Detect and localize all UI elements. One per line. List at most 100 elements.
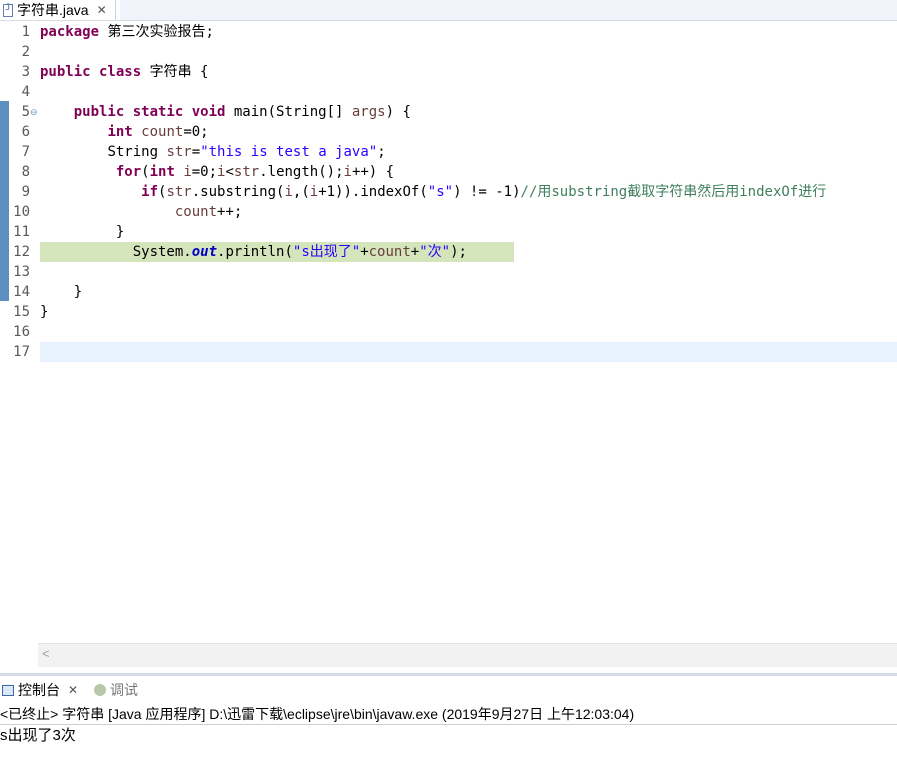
keyword: public static void: [73, 104, 226, 120]
line-number: 9: [21, 184, 30, 200]
line-number: 6: [21, 124, 30, 140]
variable: i: [309, 184, 319, 200]
variable: i: [284, 184, 293, 200]
variable: count: [174, 204, 218, 220]
code-text: +: [360, 244, 369, 260]
code-text: 字符串 {: [141, 64, 209, 80]
code-line: 3 public class 字符串 {: [0, 62, 897, 82]
variable: str: [233, 164, 260, 180]
code-text: +: [410, 244, 420, 260]
cursor-line-highlight: [40, 342, 897, 362]
code-text: .length();: [259, 164, 344, 180]
line-number: 14: [13, 284, 30, 300]
variable: i: [343, 164, 352, 180]
variable: str: [166, 184, 192, 200]
code-line: 8 for(int i=0;i<str.length();i++) {: [0, 162, 897, 182]
line-number: 1: [21, 24, 30, 40]
variable: count: [368, 244, 411, 260]
code-text: System.: [132, 244, 192, 260]
code-text: );: [450, 244, 467, 260]
line-number: 12: [13, 244, 30, 260]
string-literal: "次": [419, 244, 451, 260]
line-number: 8: [21, 164, 30, 180]
code-text: ++;: [217, 204, 243, 220]
line-number: 5: [21, 104, 30, 120]
code-comment: //用substring截取字符串然后用indexOf进行: [520, 184, 827, 200]
line-number: 4: [21, 84, 30, 100]
code-text: ,(: [292, 184, 310, 200]
code-line: 10 count++;: [0, 202, 897, 222]
keyword: package: [40, 24, 100, 40]
tab-debug-label: 调试: [110, 682, 138, 698]
fold-toggle-icon[interactable]: ⊖: [30, 102, 38, 122]
console-status-header: <已终止> 字符串 [Java 应用程序] D:\迅雷下载\eclipse\jr…: [0, 704, 897, 725]
code-text: .substring(: [191, 184, 285, 200]
close-icon[interactable]: ✕: [97, 3, 107, 17]
code-line: 6 int count=0;: [0, 122, 897, 142]
close-icon[interactable]: ✕: [68, 683, 78, 697]
code-line: 15 }: [0, 302, 897, 322]
variable: i: [174, 164, 192, 180]
code-line: 13: [0, 262, 897, 282]
code-text: }: [115, 224, 125, 240]
code-text: String: [107, 144, 167, 160]
line-number: 7: [21, 144, 30, 160]
variable: count: [132, 124, 184, 140]
code-text: 第三次实验报告;: [99, 24, 214, 40]
code-text: =: [191, 144, 201, 160]
code-line: 9 if(str.substring(i,(i+1)).indexOf("s")…: [0, 182, 897, 202]
code-editor[interactable]: 1 package 第三次实验报告; 2 3 public class 字符串 …: [0, 21, 897, 643]
code-text: ) {: [385, 104, 411, 120]
editor-tab-label: 字符串.java: [17, 2, 89, 18]
code-text: =0;: [191, 164, 218, 180]
horizontal-scrollbar[interactable]: <: [38, 643, 897, 667]
code-text: =0;: [183, 124, 209, 140]
code-line: 16: [0, 322, 897, 342]
code-text: main(String[]: [225, 104, 352, 120]
console-icon: [2, 684, 14, 696]
code-text: +1)).indexOf(: [318, 184, 428, 200]
keyword: if: [141, 184, 159, 200]
variable: str: [166, 144, 192, 160]
variable: args: [351, 104, 386, 120]
code-line-current: 12 System.out.println("s出现了"+count+"次");: [0, 242, 897, 262]
line-number: 15: [13, 304, 30, 320]
string-literal: "s出现了": [292, 244, 361, 260]
line-number: 10: [13, 204, 30, 220]
scroll-left-icon[interactable]: <: [42, 646, 50, 661]
string-literal: "s": [427, 184, 454, 200]
code-line: 2: [0, 42, 897, 62]
code-text: .println(: [217, 244, 293, 260]
code-text: (: [141, 164, 150, 180]
code-line-cursor: 17: [0, 342, 897, 362]
debug-icon: [94, 684, 106, 696]
tab-console-label: 控制台: [18, 682, 60, 698]
code-line: 14 }: [0, 282, 897, 302]
keyword: int: [107, 124, 133, 140]
line-number: 16: [13, 324, 30, 340]
string-literal: "this is test a java": [200, 144, 378, 160]
code-text: ) != -1): [453, 184, 521, 200]
tab-console[interactable]: 控制台 ✕: [2, 680, 78, 700]
keyword: public class: [40, 64, 142, 80]
tab-bar-empty-area: [120, 0, 897, 20]
line-number: 3: [21, 64, 30, 80]
line-number: 2: [21, 44, 30, 60]
tab-debug[interactable]: 调试: [94, 680, 138, 700]
line-number: 17: [13, 344, 30, 360]
line-number: 11: [13, 224, 30, 240]
console-tab-bar: 控制台 ✕ 调试: [0, 673, 897, 704]
keyword: int: [149, 164, 175, 180]
code-line: 1 package 第三次实验报告;: [0, 22, 897, 42]
code-text: ;: [377, 144, 386, 160]
code-text: ++) {: [351, 164, 395, 180]
code-line: 4: [0, 82, 897, 102]
code-line: 11 }: [0, 222, 897, 242]
editor-tab-file[interactable]: 字符串.java ✕: [0, 0, 116, 20]
editor-tab-bar: 字符串.java ✕: [0, 0, 897, 21]
code-text: }: [73, 284, 83, 300]
java-file-icon: [3, 3, 13, 17]
code-line: 7 String str="this is test a java";: [0, 142, 897, 162]
code-line: 5 ⊖ public static void main(String[] arg…: [0, 102, 897, 122]
static-field: out: [191, 244, 218, 260]
